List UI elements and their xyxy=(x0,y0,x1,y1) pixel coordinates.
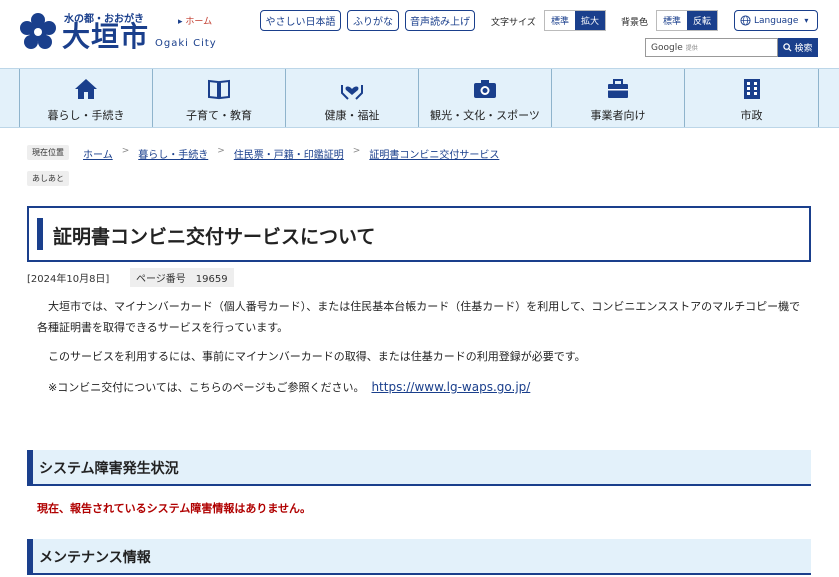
home-link[interactable]: ▸ ホーム xyxy=(178,14,212,27)
breadcrumb-item[interactable]: 住民票・戸籍・印鑑証明 xyxy=(234,146,344,161)
breadcrumb-item[interactable]: 暮らし・手続き xyxy=(138,146,208,161)
global-nav: 暮らし・手続き 子育て・教育 健康・福祉 観光・文化・スポーツ 事業者向け 市政 xyxy=(0,68,839,128)
font-size-label: 文字サイズ xyxy=(491,18,536,28)
easy-japanese-button[interactable]: やさしい日本語 xyxy=(260,10,341,31)
search-button[interactable]: 検索 xyxy=(778,38,818,57)
city-name-en: Ogaki City xyxy=(155,38,217,49)
current-location-tag: 現在位置 xyxy=(27,145,69,160)
bg-color-standard[interactable]: 標準 xyxy=(657,11,687,30)
read-aloud-button[interactable]: 音声読み上げ xyxy=(405,10,475,31)
nav-item-cityhall[interactable]: 市政 xyxy=(684,69,819,127)
intro-paragraph: 大垣市では、マイナンバーカード（個人番号カード）、または住民基本台帳カード（住基… xyxy=(37,300,801,334)
footprint-tag[interactable]: あしあと xyxy=(27,171,69,186)
city-tagline: 水の都・おおがき xyxy=(64,14,144,25)
nav-item-tourism[interactable]: 観光・文化・スポーツ xyxy=(418,69,551,127)
maintenance-heading: メンテナンス情報 xyxy=(27,539,811,575)
breadcrumb: ホーム > 暮らし・手続き > 住民票・戸籍・印鑑証明 > 証明書コンビニ交付サ… xyxy=(83,146,499,161)
search-icon xyxy=(783,43,793,52)
bg-color-label: 背景色 xyxy=(621,18,649,28)
system-status-message: 現在、報告されているシステム障害情報はありません。 xyxy=(37,502,312,515)
font-size-large[interactable]: 拡大 xyxy=(575,11,605,30)
bg-color-toggle: 標準 反転 xyxy=(656,10,718,31)
page-number: ページ番号 19659 xyxy=(130,268,234,287)
chevron-right-icon: > xyxy=(352,146,361,156)
globe-icon xyxy=(740,15,751,26)
breadcrumb-item[interactable]: 証明書コンビニ交付サービス xyxy=(369,146,499,161)
home-icon xyxy=(75,79,97,99)
heart-hands-icon xyxy=(341,85,363,100)
furigana-button[interactable]: ふりがな xyxy=(347,10,399,31)
nav-item-health[interactable]: 健康・福祉 xyxy=(285,69,418,127)
lg-waps-link[interactable]: https://www.lg-waps.go.jp/ xyxy=(371,380,530,394)
system-status-heading: システム障害発生状況 xyxy=(27,450,811,486)
nav-item-business[interactable]: 事業者向け xyxy=(551,69,684,127)
font-size-standard[interactable]: 標準 xyxy=(545,11,575,30)
city-emblem-icon xyxy=(20,13,56,49)
breadcrumb-item[interactable]: ホーム xyxy=(83,146,113,161)
reference-paragraph: ※コンビニ交付については、こちらのページもご参照ください。 https://ww… xyxy=(48,380,531,394)
font-size-toggle: 標準 拡大 xyxy=(544,10,606,31)
language-button[interactable]: Language ▾ xyxy=(734,10,818,31)
page-title: 証明書コンビニ交付サービスについて xyxy=(53,226,376,248)
update-date: [2024年10月8日] xyxy=(27,274,110,285)
nav-item-childcare[interactable]: 子育て・教育 xyxy=(152,69,285,127)
chevron-down-icon: ▾ xyxy=(804,16,809,25)
book-icon xyxy=(208,79,230,100)
site-header: 水の都・おおがき 大垣市 Ogaki City ▸ ホーム やさしい日本語 ふり… xyxy=(0,0,839,68)
briefcase-icon xyxy=(608,79,628,98)
bg-color-invert[interactable]: 反転 xyxy=(687,11,717,30)
chevron-right-icon: > xyxy=(217,146,225,156)
chevron-right-icon: > xyxy=(121,146,130,156)
requirement-paragraph: このサービスを利用するには、事前にマイナンバーカードの取得、または住基カードの利… xyxy=(48,350,586,363)
page-title-box: 証明書コンビニ交付サービスについて xyxy=(27,206,811,262)
building-icon xyxy=(743,79,760,99)
search-input[interactable]: Google 提供 xyxy=(645,38,778,57)
city-name: 大垣市 xyxy=(62,20,150,53)
camera-icon xyxy=(474,80,496,98)
nav-item-living[interactable]: 暮らし・手続き xyxy=(19,69,152,127)
